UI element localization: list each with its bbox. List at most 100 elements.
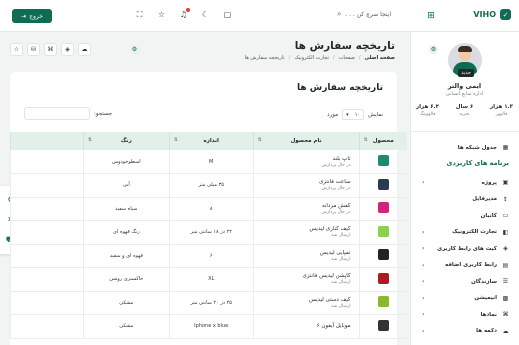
chat-icon[interactable]: ▢ — [222, 9, 233, 20]
product-image[interactable] — [377, 272, 389, 284]
product-name[interactable]: کیف کناری لیدیس — [254, 226, 350, 232]
sidebar-item-label: انیمیشن — [474, 295, 497, 301]
product-name[interactable]: کفش مردانه — [254, 203, 351, 209]
sidebar-item-6[interactable]: ☰ سازندگان ‹ — [410, 276, 519, 287]
table-header-row: محصول ⇅ نام محصول ⇅ اندازه ⇅ رنگ ⇅ — [10, 132, 407, 150]
product-name[interactable]: کاپشن لیدیس فانتزی — [254, 273, 351, 279]
sidebar-item-networks[interactable]: ▦ جدول شبکه ها — [410, 142, 519, 153]
table-row[interactable]: موبایل آیفون ۶ Iphone x blue مشکی — [10, 314, 407, 339]
product-name-cell: تمپایی لیدیس ارسال شد — [252, 244, 360, 268]
search-label: جستجو: — [94, 110, 113, 117]
sidebar-item-5[interactable]: ▤ رابط کاربری اضافه ‹ — [410, 260, 519, 271]
upload-icon: ⇪ — [502, 195, 509, 203]
extra-cell — [10, 267, 84, 292]
layers-icon: ◈ — [503, 245, 508, 252]
product-image[interactable] — [377, 178, 389, 190]
product-image[interactable] — [377, 296, 389, 308]
col-header-label: نام محصول — [290, 138, 322, 144]
maximize-icon[interactable]: ⛶ — [134, 9, 145, 20]
search-input[interactable] — [24, 107, 90, 120]
table-row[interactable]: تمپایی لیدیس ارسال شد ۶ قهوه ای و سفید — [10, 244, 407, 268]
search-bar[interactable]: اینجا سرچ کن . . . ⌕ — [337, 10, 391, 19]
breadcrumb-pages[interactable]: صفحات — [339, 55, 355, 61]
logout-label: خروج — [29, 12, 43, 20]
logo[interactable]: ✓ VIHO — [473, 9, 511, 20]
cloud-icon[interactable]: ☁ — [78, 43, 91, 56]
product-image[interactable] — [377, 225, 389, 237]
table-row[interactable]: کاپشن لیدیس فانتزی ارسال شد XL خاکستری روشن — [10, 267, 407, 292]
sidebar-item-7[interactable]: ▩ انیمیشن ‹ — [410, 293, 519, 304]
search-placeholder[interactable]: اینجا سرچ کن . . . — [345, 11, 391, 18]
sidebar-item-2[interactable]: ▭ کانبان — [410, 210, 519, 221]
sidebar-item-9[interactable]: ☁ دکمه ها ‹ — [410, 326, 519, 337]
profile-settings-icon[interactable]: ⚙ — [429, 45, 438, 54]
product-name[interactable]: تاپ بلند — [254, 156, 351, 162]
product-name-cell: ساعت فانتزی در حال پردازش — [252, 173, 360, 198]
order-status: ارسال شد — [331, 256, 351, 262]
logout-button[interactable]: خروج ⇥ — [12, 9, 52, 23]
product-color: قهوه ای و سفید — [82, 244, 170, 268]
col-header-color[interactable]: رنگ ⇅ — [82, 132, 170, 150]
product-image[interactable] — [377, 319, 389, 331]
product-thumb-cell — [358, 197, 407, 221]
sidebar-section-title: برنامه های کاربردی — [446, 159, 509, 167]
sidebar-item-label: جدول شبکه ها — [457, 144, 497, 151]
table-row[interactable]: کیف کناری لیدیس ارسال شد ۲۲ در ۱۸ سانتی مت… — [10, 220, 407, 245]
order-status: در حال پردازش — [321, 209, 351, 215]
product-name[interactable]: تمپایی لیدیس — [254, 250, 351, 256]
search-icon: ⌕ — [337, 10, 342, 18]
breadcrumb-separator: / — [358, 55, 361, 61]
col-header-name[interactable]: نام محصول ⇅ — [252, 132, 360, 150]
product-thumb-cell — [358, 150, 407, 174]
product-image[interactable] — [377, 155, 389, 166]
sidebar-item-8[interactable]: ⌘ نمادها ‹ — [410, 309, 519, 320]
notification-dot — [186, 8, 190, 12]
product-name[interactable]: موبایل آیفون ۶ — [254, 323, 351, 329]
product-name-cell: کیف کناری لیدیس ارسال شد — [252, 220, 360, 245]
sliders-icon: ☰ — [502, 278, 509, 285]
chevron-left-icon: ‹ — [422, 294, 425, 302]
col-header-size[interactable]: اندازه ⇅ — [168, 132, 254, 150]
moon-icon[interactable]: ☾ — [200, 9, 211, 20]
cloud-icon: ☁ — [502, 327, 509, 335]
product-thumb-cell — [358, 267, 407, 292]
entries-select[interactable]: ۱۰ ▾ — [342, 109, 365, 120]
sidebar-item-4[interactable]: ◈ کیت های رابط کاربری ‹ — [410, 243, 519, 254]
profile-name[interactable]: ایمی والتر — [410, 82, 519, 90]
sidebar-item-3[interactable]: ◧ تجارت الکترونیک ‹ — [410, 227, 519, 238]
divider — [410, 131, 519, 132]
bell-icon[interactable]: ♫ — [178, 8, 190, 20]
page-settings-icon[interactable]: ⚙ — [130, 45, 139, 54]
table-body: تاپ بلند در حال پردازش M اسطوخودوس ساعت فانت… — [10, 150, 407, 339]
col-header-extra[interactable] — [10, 132, 84, 150]
star-icon[interactable]: ☆ — [156, 9, 167, 20]
entries-control: نمایش ۱۰ ▾ مورد — [327, 109, 383, 120]
product-image[interactable] — [377, 202, 389, 214]
stat-following: ۶.۴ هزار فالووینگ — [416, 104, 439, 117]
product-name[interactable]: ساعت فانتزی — [254, 179, 351, 185]
stat-value: ۶ سال — [455, 104, 474, 110]
sidebar-item-0[interactable]: ▣ پروژه ‹ — [410, 177, 519, 188]
table-row[interactable]: کیف دستی لیدیس ارسال شد ۲۵ در ۲۰ سانتی متر… — [10, 291, 407, 315]
stat-value: ۱.۳ هزار — [489, 104, 513, 110]
product-image[interactable] — [377, 249, 389, 261]
table-row[interactable]: تاپ بلند در حال پردازش M اسطوخودوس — [10, 150, 407, 174]
product-name[interactable]: کیف دستی لیدیس — [254, 297, 351, 303]
extra-cell — [10, 150, 84, 174]
extra-cell — [10, 197, 84, 221]
database-icon[interactable]: ⛁ — [27, 43, 40, 56]
table-row[interactable]: کفش مردانه در حال پردازش ۸ سیاه سفید — [10, 197, 407, 221]
table-row[interactable]: ساعت فانتزی در حال پردازش ۳۵ میلی متر آبی — [10, 173, 407, 198]
breadcrumb-home[interactable]: صفحه اصلی — [365, 55, 395, 61]
sidebar-item-1[interactable]: ⇪ مدیرفایل — [410, 194, 519, 205]
command-icon[interactable]: ⌘ — [44, 43, 57, 56]
star-icon[interactable]: ☆ — [10, 43, 23, 56]
grid-menu-icon[interactable]: ⊞ — [425, 10, 437, 22]
layers-icon[interactable]: ◈ — [61, 43, 74, 56]
breadcrumb-ecommerce[interactable]: تجارت الکترونیک — [294, 55, 329, 61]
product-name-cell: کفش مردانه در حال پردازش — [252, 197, 360, 221]
profile-role: اداره منابع انسانی — [445, 91, 484, 97]
chevron-left-icon: ‹ — [422, 228, 425, 236]
sidebar-item-label: کانبان — [480, 212, 497, 219]
col-header-product[interactable]: محصول ⇅ — [358, 132, 407, 150]
